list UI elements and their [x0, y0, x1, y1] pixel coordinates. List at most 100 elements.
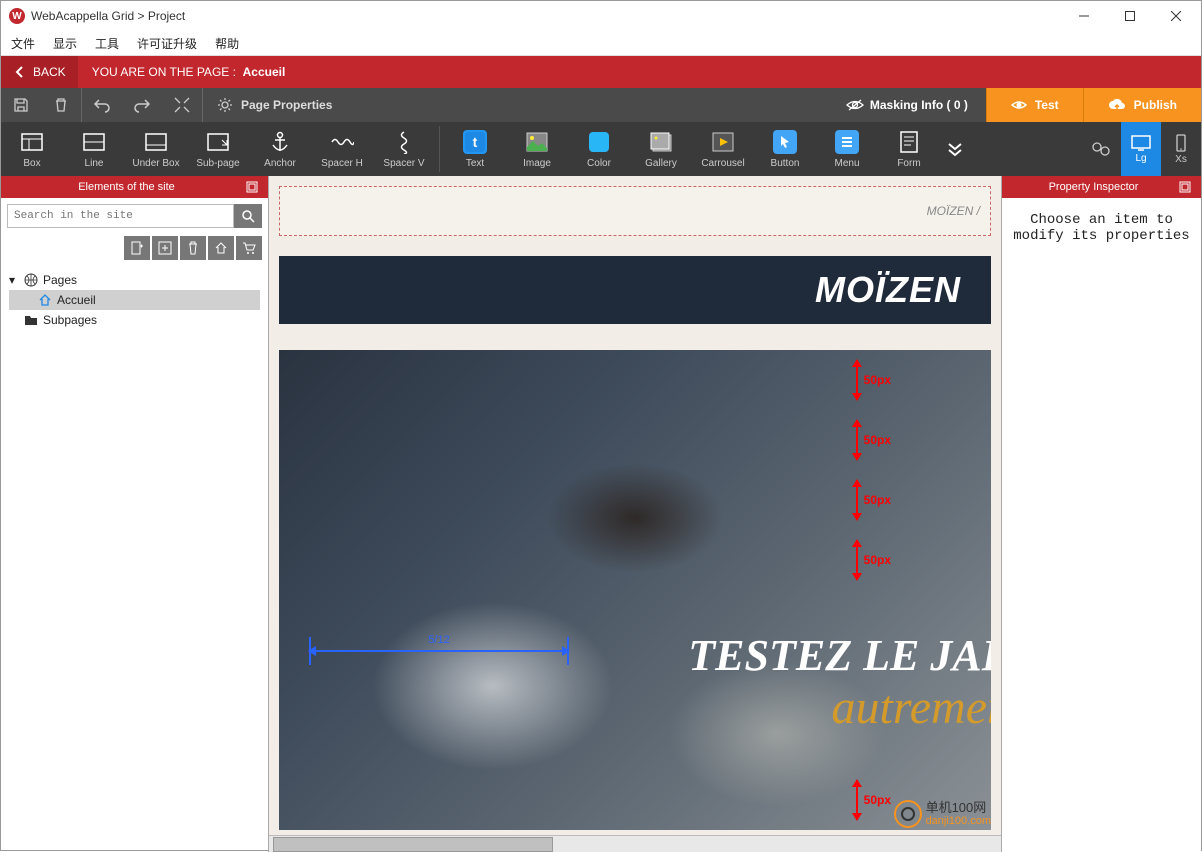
- spacing-guide-2: 50px: [856, 420, 891, 460]
- arrow-left-icon: [13, 65, 27, 79]
- publish-button[interactable]: Publish: [1083, 88, 1201, 122]
- tool-box[interactable]: Box: [1, 122, 63, 176]
- canvas-area: MOÏZEN / MOÏZEN TESTEZ LE JAF autremen 5…: [269, 176, 1001, 852]
- horizontal-scrollbar[interactable]: [269, 835, 1001, 852]
- search-input[interactable]: [7, 204, 234, 228]
- inspector-body: Choose an item to modify its properties: [1002, 198, 1201, 852]
- chevron-down-icon: ▾: [9, 273, 19, 287]
- tool-text[interactable]: tText: [444, 122, 506, 176]
- canvas-breadcrumb: MOÏZEN /: [927, 204, 980, 218]
- spacing-guide-3: 50px: [856, 480, 891, 520]
- menubar: 文件 显示 工具 许可证升级 帮助: [1, 31, 1201, 56]
- save-button[interactable]: [1, 88, 41, 122]
- tool-subpage[interactable]: Sub-page: [187, 122, 249, 176]
- tool-carrousel[interactable]: Carrousel: [692, 122, 754, 176]
- property-inspector: Property Inspector Choose an item to mod…: [1001, 176, 1201, 852]
- tool-image[interactable]: Image: [506, 122, 568, 176]
- tool-form[interactable]: Form: [878, 122, 940, 176]
- undo-button[interactable]: [82, 88, 122, 122]
- page-info: YOU ARE ON THE PAGE : Accueil: [92, 65, 286, 79]
- inspector-title: Property Inspector: [1010, 181, 1177, 193]
- tool-anchor[interactable]: Anchor: [249, 122, 311, 176]
- menu-show[interactable]: 显示: [53, 35, 77, 52]
- app-logo-icon: W: [9, 8, 25, 24]
- elements-panel-header: Elements of the site: [1, 176, 268, 198]
- close-button[interactable]: [1153, 1, 1199, 31]
- panel-popout-icon[interactable]: [1177, 179, 1193, 195]
- search-button[interactable]: [234, 204, 262, 228]
- maximize-button[interactable]: [1107, 1, 1153, 31]
- tree-pages[interactable]: ▾ Pages: [9, 270, 260, 290]
- spacing-guide-4: 50px: [856, 540, 891, 580]
- device-xs-button[interactable]: Xs: [1161, 122, 1201, 176]
- gear-icon: [217, 97, 233, 113]
- folder-icon: [23, 312, 39, 328]
- cart-button[interactable]: [236, 236, 262, 260]
- settings-icon-button[interactable]: [1081, 122, 1121, 176]
- canvas-hero[interactable]: TESTEZ LE JAF autremen 50px 50px 50px 50…: [279, 350, 991, 830]
- canvas-scroll[interactable]: MOÏZEN / MOÏZEN TESTEZ LE JAF autremen 5…: [269, 176, 1001, 835]
- cloud-upload-icon: [1108, 98, 1126, 112]
- tool-spacer-v[interactable]: Spacer V: [373, 122, 435, 176]
- toolbar-main: Page Properties Masking Info ( 0 ) Test …: [1, 88, 1201, 122]
- minimize-button[interactable]: [1061, 1, 1107, 31]
- site-tree: ▾ Pages Accueil Subpages: [1, 266, 268, 852]
- test-label: Test: [1035, 98, 1059, 112]
- redo-button[interactable]: [122, 88, 162, 122]
- canvas-brand-text: MOÏZEN: [815, 269, 961, 311]
- spacing-guide-1: 50px: [856, 360, 891, 400]
- masking-label: Masking Info ( 0 ): [870, 98, 968, 112]
- hero-heading: TESTEZ LE JAF: [688, 630, 991, 681]
- tree-subpages-label: Subpages: [43, 313, 97, 327]
- back-label: BACK: [33, 65, 66, 79]
- menu-help[interactable]: 帮助: [215, 35, 239, 52]
- tool-spacer-h[interactable]: Spacer H: [311, 122, 373, 176]
- tree-item-accueil[interactable]: Accueil: [9, 290, 260, 310]
- test-button[interactable]: Test: [986, 88, 1083, 122]
- collapse-button[interactable]: [162, 88, 202, 122]
- tool-menu[interactable]: Menu: [816, 122, 878, 176]
- add-element-button[interactable]: [152, 236, 178, 260]
- menu-file[interactable]: 文件: [11, 35, 35, 52]
- width-guide: 5/12: [309, 650, 569, 652]
- tool-button[interactable]: Button: [754, 122, 816, 176]
- tool-gallery[interactable]: Gallery: [630, 122, 692, 176]
- window-title: WebAcappella Grid > Project: [31, 9, 185, 23]
- panel-popout-icon[interactable]: [244, 179, 260, 195]
- menu-tools[interactable]: 工具: [95, 35, 119, 52]
- publish-label: Publish: [1134, 98, 1177, 112]
- svg-text:t: t: [473, 134, 478, 150]
- masking-info[interactable]: Masking Info ( 0 ): [828, 88, 986, 122]
- home-icon: [37, 292, 53, 308]
- current-page-name: Accueil: [243, 65, 286, 79]
- page-properties-button[interactable]: Page Properties: [203, 88, 346, 122]
- globe-icon: [23, 272, 39, 288]
- add-page-button[interactable]: [124, 236, 150, 260]
- page-prefix: YOU ARE ON THE PAGE :: [92, 65, 236, 79]
- eye-icon: [1011, 97, 1027, 113]
- eye-icon: [846, 98, 864, 112]
- inspector-header: Property Inspector: [1002, 176, 1201, 198]
- tool-underbox[interactable]: Under Box: [125, 122, 187, 176]
- tree-pages-label: Pages: [43, 273, 77, 287]
- canvas-brand-band[interactable]: MOÏZEN: [279, 256, 991, 324]
- page-bar: BACK YOU ARE ON THE PAGE : Accueil: [1, 56, 1201, 88]
- device-lg-button[interactable]: Lg: [1121, 122, 1161, 176]
- tool-more[interactable]: [940, 122, 970, 176]
- trash-button[interactable]: [180, 236, 206, 260]
- tree-accueil-label: Accueil: [57, 293, 96, 307]
- toolbar-tools: Box Line Under Box Sub-page Anchor Space…: [1, 122, 1201, 176]
- tree-subpages[interactable]: Subpages: [9, 310, 260, 330]
- delete-button[interactable]: [41, 88, 81, 122]
- home-button[interactable]: [208, 236, 234, 260]
- spacing-guide-5: 50px: [856, 780, 891, 820]
- tool-color[interactable]: Color: [568, 122, 630, 176]
- elements-title: Elements of the site: [9, 181, 244, 193]
- tool-line[interactable]: Line: [63, 122, 125, 176]
- back-button[interactable]: BACK: [1, 56, 78, 88]
- canvas-breadcrumb-strip[interactable]: MOÏZEN /: [279, 186, 991, 236]
- menu-license[interactable]: 许可证升级: [137, 35, 197, 52]
- hero-subheading: autremen: [831, 680, 991, 735]
- left-panel: Elements of the site ▾ Pages Accueil: [1, 176, 269, 852]
- page-properties-label: Page Properties: [241, 98, 332, 112]
